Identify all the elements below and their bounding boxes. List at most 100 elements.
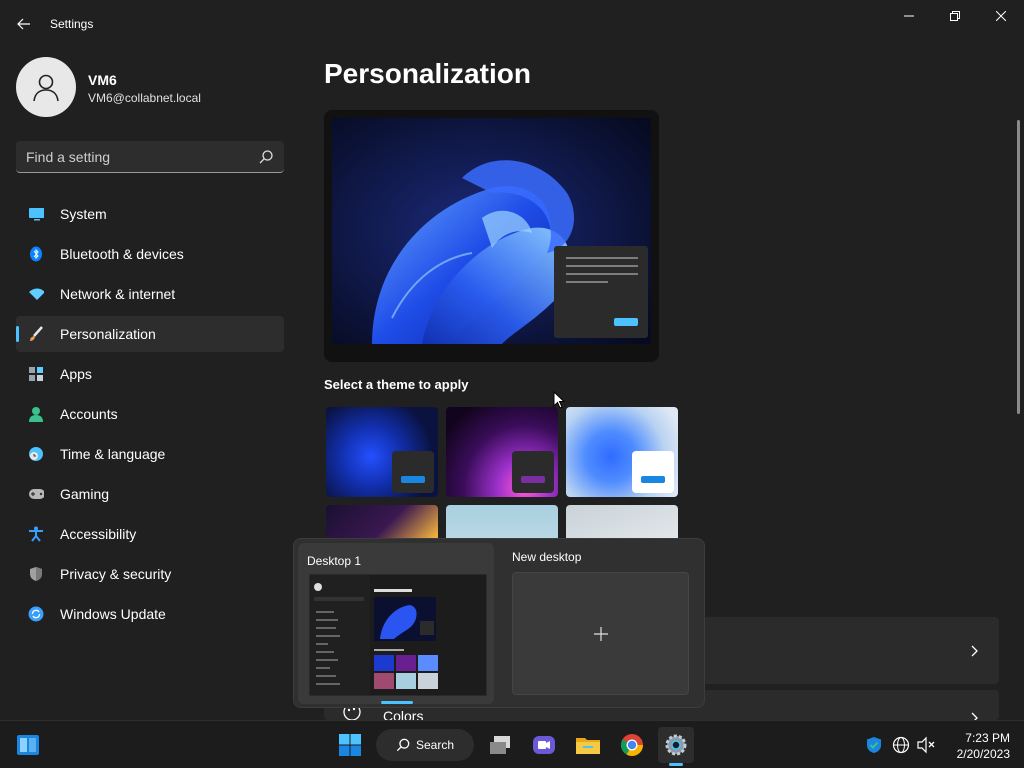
clock-date: 2/20/2023 [956,747,1010,761]
shield-icon [28,566,44,582]
new-desktop-button[interactable] [512,572,689,695]
title-bar: Settings [0,0,1024,48]
sidebar-nav: System Bluetooth & devices Network & int… [16,196,284,636]
paintbrush-icon [28,326,44,342]
taskbar-search[interactable]: Search [376,729,474,761]
sidebar-item-label: Windows Update [60,606,166,622]
plus-icon [593,626,608,641]
sidebar-item-apps[interactable]: Apps [16,356,284,392]
clock-time: 7:23 PM [965,731,1010,745]
restore-button[interactable] [932,0,978,32]
start-button[interactable] [332,727,368,763]
theme-heading: Select a theme to apply [324,377,469,392]
page-title: Personalization [324,58,531,89]
task-view-icon [490,736,510,754]
chrome-button[interactable] [614,727,650,763]
sidebar-item-network[interactable]: Network & internet [16,276,284,312]
chat-button[interactable] [526,727,562,763]
user-email: VM6@collabnet.local [88,91,201,105]
sidebar-item-personalization[interactable]: Personalization [16,316,284,352]
new-desktop-label: New desktop [512,550,582,564]
widgets-button[interactable] [10,727,46,763]
clock-globe-icon [28,446,44,462]
settings-icon [665,734,687,756]
settings-search[interactable] [16,141,284,173]
theme-tile-captured-motion[interactable] [326,505,438,540]
person-icon [33,74,59,102]
volume-muted-icon [917,736,935,754]
sidebar-item-accounts[interactable]: Accounts [16,396,284,432]
wallpaper-preview [332,118,651,344]
settings-row-background[interactable] [704,617,999,684]
apps-icon [28,366,44,382]
sidebar-item-label: Bluetooth & devices [60,246,184,262]
desktop-1-label: Desktop 1 [307,554,362,568]
sidebar-item-label: Apps [60,366,92,382]
task-view-button[interactable] [482,727,518,763]
desktop-1-card[interactable]: Desktop 1 [298,543,494,704]
start-icon [339,734,361,756]
app-title: Settings [50,17,94,31]
restore-icon [950,11,960,21]
sidebar-item-label: Personalization [60,326,156,342]
desktop-1-thumbnail [309,574,487,696]
network-tray-button[interactable] [891,735,911,755]
chevron-right-icon [971,645,978,657]
bluetooth-icon [28,246,44,262]
network-globe-icon [892,736,910,754]
taskbar-clock[interactable]: 7:23 PM 2/20/2023 [944,730,1010,762]
close-button[interactable] [978,0,1024,32]
minimize-button[interactable] [886,0,932,32]
minimize-icon [904,15,914,17]
sidebar-item-time-language[interactable]: Time & language [16,436,284,472]
sidebar-item-label: Time & language [60,446,166,462]
sidebar-item-accessibility[interactable]: Accessibility [16,516,284,552]
preview-window [554,246,648,338]
settings-taskbar-button[interactable] [658,727,694,766]
theme-tile-windows-dark[interactable] [326,407,438,497]
back-button[interactable] [10,10,38,38]
mouse-cursor-icon [553,391,565,409]
search-icon [259,150,273,164]
monitor-icon [28,206,44,222]
search-icon [396,738,410,752]
active-desktop-indicator [381,701,413,704]
scrollbar[interactable] [1017,120,1020,414]
virtual-desktops-flyout: Desktop 1 New desktop [293,538,705,708]
taskbar: Search 7:23 PM 2/20/2023 [0,720,1024,768]
theme-tile-sunrise[interactable] [446,505,558,540]
sidebar-item-label: Accessibility [60,526,137,542]
file-explorer-icon [576,738,600,754]
defender-icon [867,737,881,753]
sidebar-item-bluetooth[interactable]: Bluetooth & devices [16,236,284,272]
sidebar-item-system[interactable]: System [16,196,284,232]
sidebar-item-label: Network & internet [60,286,176,302]
account-icon [28,406,44,422]
theme-tile-windows-light[interactable] [566,407,678,497]
sidebar-item-label: Accounts [60,406,118,422]
file-explorer-button[interactable] [570,727,606,763]
sidebar-item-label: Privacy & security [60,566,172,582]
theme-preview [324,110,659,362]
volume-tray-button[interactable] [916,735,936,755]
sidebar-item-privacy-security[interactable]: Privacy & security [16,556,284,592]
back-arrow-icon [17,18,30,30]
widgets-icon [17,735,39,755]
sidebar-item-gaming[interactable]: Gaming [16,476,284,512]
theme-tile-glow[interactable] [446,407,558,497]
search-input[interactable] [26,147,246,167]
accessibility-icon [28,526,44,542]
defender-tray-button[interactable] [864,735,884,755]
colors-label: Colors [383,708,424,720]
theme-tile-flow[interactable] [566,505,678,540]
avatar[interactable] [16,57,76,117]
close-icon [996,11,1006,21]
wifi-icon [28,286,44,302]
chrome-icon [621,734,643,756]
gamepad-icon [28,486,44,502]
taskbar-search-label: Search [416,738,455,752]
teams-chat-icon [533,736,555,754]
sidebar-item-windows-update[interactable]: Windows Update [16,596,284,632]
sidebar-item-label: Gaming [60,486,110,502]
theme-grid [326,407,686,540]
